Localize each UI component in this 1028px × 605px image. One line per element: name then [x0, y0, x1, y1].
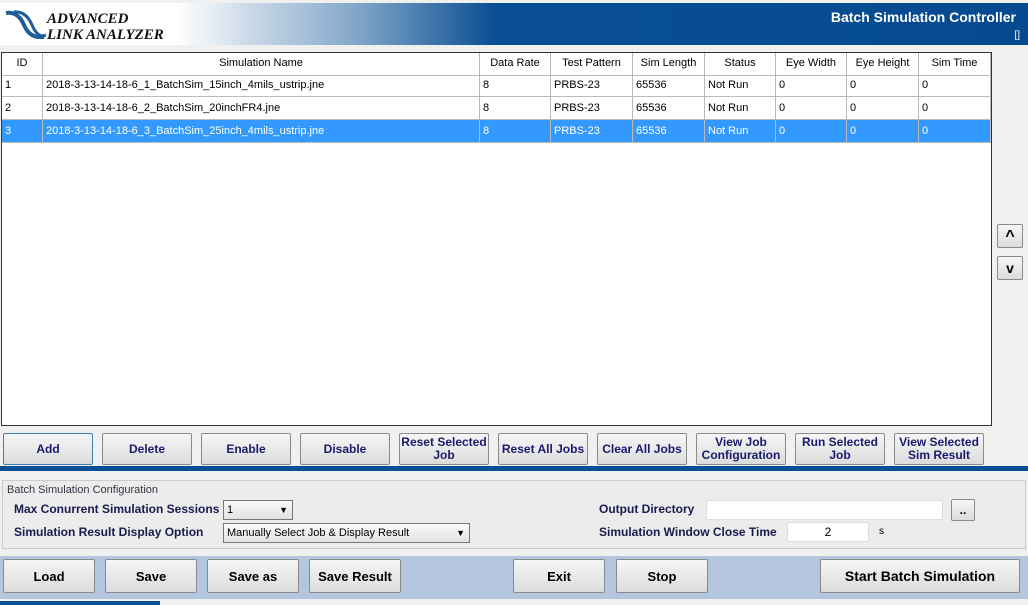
table-cell: Not Run: [705, 120, 776, 142]
display-option-label: Simulation Result Display Option: [14, 525, 204, 539]
table-cell: Not Run: [705, 97, 776, 119]
table-cell: 0: [776, 97, 847, 119]
column-header[interactable]: Sim Length: [633, 53, 705, 75]
table-cell: 0: [776, 74, 847, 96]
logo-icon: [5, 10, 46, 39]
table-cell: 2018-3-13-14-18-6_3_BatchSim_25inch_4mil…: [43, 120, 480, 142]
max-sessions-select[interactable]: 1 ▼: [223, 500, 293, 520]
table-cell: 1: [2, 74, 43, 96]
table-cell: PRBS-23: [551, 97, 633, 119]
stop-button[interactable]: Stop: [616, 559, 708, 593]
column-header[interactable]: Data Rate: [480, 53, 551, 75]
save-result-button[interactable]: Save Result: [309, 559, 401, 593]
table-cell: 65536: [633, 74, 705, 96]
table-cell: 0: [919, 97, 991, 119]
logo-line2: LINK ANALYZER: [47, 27, 164, 43]
table-cell: 0: [776, 120, 847, 142]
view-selected-sim-result-button[interactable]: View Selected Sim Result: [894, 433, 984, 465]
column-header[interactable]: Test Pattern: [551, 53, 633, 75]
table-row[interactable]: 1 2018-3-13-14-18-6_1_BatchSim_15inch_4mi…: [2, 74, 991, 97]
move-down-button[interactable]: v: [997, 256, 1023, 280]
column-header[interactable]: Eye Height: [847, 53, 919, 75]
close-time-input[interactable]: 2: [787, 522, 869, 542]
jobs-table[interactable]: ID Simulation Name Data Rate Test Pattern Si…: [1, 52, 992, 426]
table-header: ID Simulation Name Data Rate Test Pattern Si…: [2, 53, 991, 76]
save-as-button[interactable]: Save as: [207, 559, 299, 593]
enable-button[interactable]: Enable: [201, 433, 291, 465]
table-cell: 0: [919, 74, 991, 96]
table-cell: 65536: [633, 97, 705, 119]
max-sessions-label: Max Conurrent Simulation Sessions: [14, 502, 220, 516]
table-cell: 2: [2, 97, 43, 119]
load-button[interactable]: Load: [3, 559, 95, 593]
divider: [0, 466, 1028, 471]
column-header[interactable]: Simulation Name: [43, 53, 480, 75]
reset-all-jobs-button[interactable]: Reset All Jobs: [498, 433, 588, 465]
table-cell: 8: [480, 120, 551, 142]
table-cell: 0: [847, 74, 919, 96]
restore-icon[interactable]: []: [1014, 30, 1020, 41]
column-header[interactable]: ID: [2, 53, 43, 75]
run-selected-job-button[interactable]: Run Selected Job: [795, 433, 885, 465]
dropdown-arrow-icon: ▼: [279, 505, 288, 515]
table-cell: 0: [847, 97, 919, 119]
display-option-select[interactable]: Manually Select Job & Display Result ▼: [223, 523, 470, 543]
move-up-button[interactable]: ^: [997, 224, 1023, 248]
config-panel: Batch Simulation Configuration Max Conur…: [2, 480, 1026, 549]
reset-selected-job-button[interactable]: Reset Selected Job: [399, 433, 489, 465]
table-row[interactable]: 3 2018-3-13-14-18-6_3_BatchSim_25inch_4mi…: [2, 120, 991, 143]
max-sessions-value: 1: [227, 504, 234, 516]
table-cell: PRBS-23: [551, 74, 633, 96]
progress-strip: [0, 601, 160, 605]
output-dir-label: Output Directory: [599, 502, 695, 516]
clear-all-jobs-button[interactable]: Clear All Jobs: [597, 433, 687, 465]
table-cell: 8: [480, 97, 551, 119]
table-cell: 0: [847, 120, 919, 142]
save-button[interactable]: Save: [105, 559, 197, 593]
config-title: Batch Simulation Configuration: [7, 484, 159, 496]
logo-text: ADVANCED LINK ANALYZER: [47, 11, 164, 43]
table-cell: 65536: [633, 120, 705, 142]
disable-button[interactable]: Disable: [300, 433, 390, 465]
add-button[interactable]: Add: [3, 433, 93, 465]
column-header[interactable]: Eye Width: [776, 53, 847, 75]
bottom-bar: Load Save Save as Save Result Exit Stop …: [0, 556, 1028, 599]
window-title: Batch Simulation Controller: [830, 9, 1016, 25]
browse-button[interactable]: ..: [951, 499, 975, 521]
output-dir-input[interactable]: [706, 500, 943, 520]
view-job-configuration-button[interactable]: View Job Configuration: [696, 433, 786, 465]
start-batch-simulation-button[interactable]: Start Batch Simulation: [820, 559, 1020, 593]
dropdown-arrow-icon: ▼: [456, 528, 465, 538]
close-time-unit: s: [879, 526, 884, 537]
table-cell: PRBS-23: [551, 120, 633, 142]
logo-line1: ADVANCED: [47, 11, 129, 27]
table-cell: 3: [2, 120, 43, 142]
delete-button[interactable]: Delete: [102, 433, 192, 465]
table-cell: 8: [480, 74, 551, 96]
table-row[interactable]: 2 2018-3-13-14-18-6_2_BatchSim_20inchFR4.…: [2, 97, 991, 120]
table-cell: 2018-3-13-14-18-6_2_BatchSim_20inchFR4.j…: [43, 97, 480, 119]
column-header[interactable]: Sim Time: [919, 53, 991, 75]
table-cell: 0: [919, 120, 991, 142]
table-cell: 2018-3-13-14-18-6_1_BatchSim_15inch_4mil…: [43, 74, 480, 96]
display-option-value: Manually Select Job & Display Result: [227, 527, 410, 539]
exit-button[interactable]: Exit: [513, 559, 605, 593]
app-header: ADVANCED LINK ANALYZER Batch Simulation …: [0, 3, 1028, 45]
column-header[interactable]: Status: [705, 53, 776, 75]
table-cell: Not Run: [705, 74, 776, 96]
close-time-label: Simulation Window Close Time: [599, 525, 777, 539]
